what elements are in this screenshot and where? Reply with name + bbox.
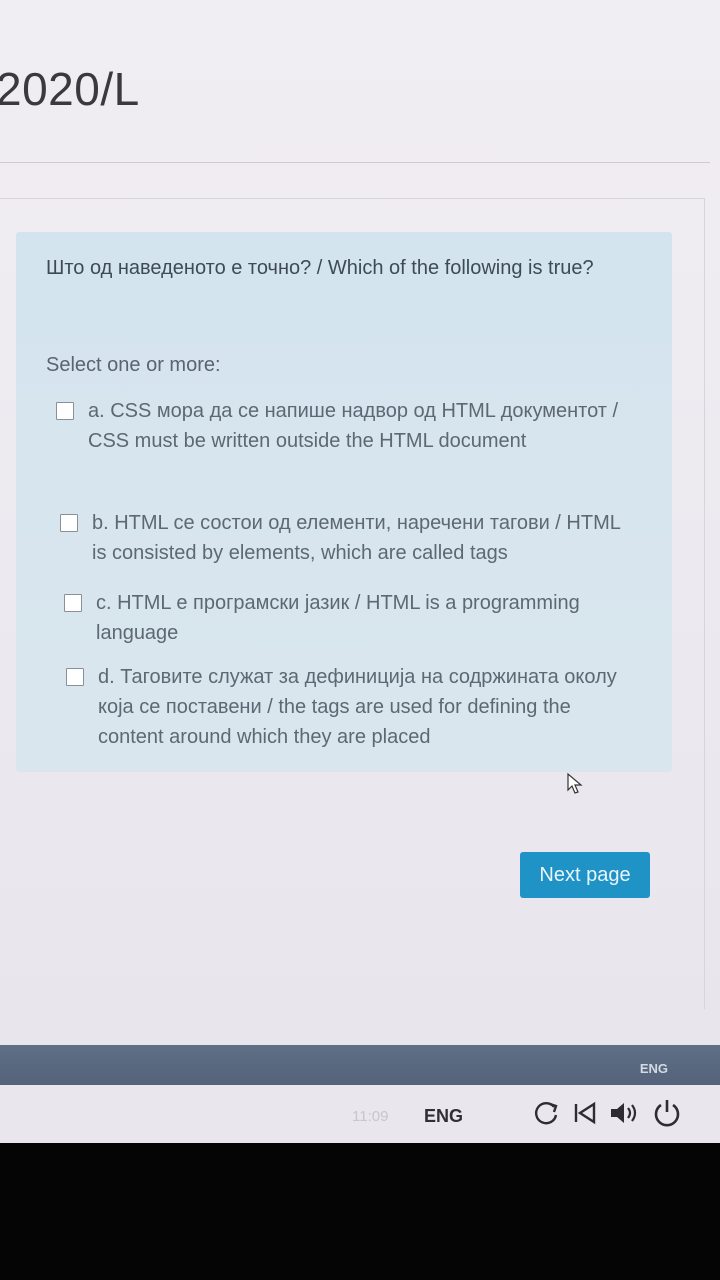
question-text: Што од наведеното е точно? / Which of th… <box>46 257 594 279</box>
monitor-bezel <box>0 1143 720 1280</box>
refresh-icon[interactable] <box>532 1098 562 1133</box>
option-d-label: d. Таговите служат за дефиниција на содр… <box>98 666 617 748</box>
checkbox-c[interactable] <box>64 594 82 612</box>
screen: 2020/L Што од наведеното е точно? / Whic… <box>0 0 720 1280</box>
skip-back-icon[interactable] <box>570 1098 600 1133</box>
taskbar: ENG <box>0 1045 720 1085</box>
option-d[interactable]: d. Таговите служат за дефиниција на содр… <box>66 662 638 752</box>
volume-icon[interactable] <box>608 1098 642 1133</box>
mouse-cursor-icon <box>566 772 584 801</box>
power-icon[interactable] <box>650 1096 684 1135</box>
option-a-label: a. CSS мора да се напише надвор од HTML … <box>88 400 619 452</box>
checkbox-a[interactable] <box>56 402 74 420</box>
select-prompt: Select one or more: <box>46 354 221 376</box>
next-page-button[interactable]: Next page <box>520 852 650 898</box>
option-b[interactable]: b. HTML се состои од елементи, наречени … <box>60 508 632 568</box>
option-c[interactable]: c. HTML е програмски јазик / HTML is a p… <box>64 588 636 648</box>
option-a[interactable]: a. CSS мора да се напише надвор од HTML … <box>56 396 628 456</box>
tray-icons <box>532 1096 684 1135</box>
tray-language[interactable]: ENG <box>424 1106 463 1127</box>
course-title: 2020/L <box>0 63 140 115</box>
option-c-label: c. HTML е програмски јазик / HTML is a p… <box>96 592 580 644</box>
header-divider <box>0 162 710 163</box>
option-b-label: b. HTML се состои од елементи, наречени … <box>92 512 621 564</box>
tray-time: 11:09 <box>352 1108 389 1125</box>
checkbox-d[interactable] <box>66 668 84 686</box>
taskbar-language[interactable]: ENG <box>640 1061 668 1076</box>
checkbox-b[interactable] <box>60 514 78 532</box>
